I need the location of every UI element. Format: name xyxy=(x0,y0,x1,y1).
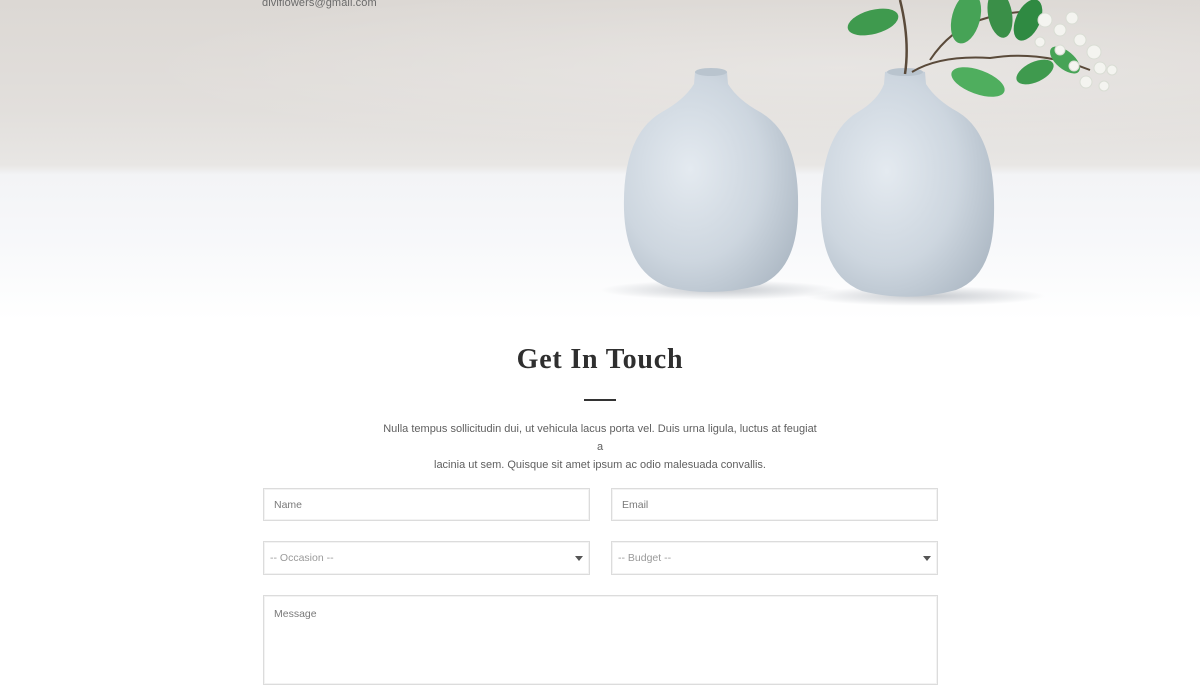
title-divider xyxy=(584,399,616,401)
email-field[interactable]: Email xyxy=(611,488,938,521)
occasion-selected-value: -- Occasion -- xyxy=(270,552,334,564)
chevron-down-icon[interactable] xyxy=(575,556,583,561)
vase-left xyxy=(623,69,799,293)
page-title: Get In Touch xyxy=(516,344,684,375)
intro-text: Nulla tempus sollicitudin dui, ut vehicu… xyxy=(380,420,820,474)
name-placeholder: Name xyxy=(274,498,303,511)
name-field[interactable]: Name xyxy=(263,488,590,521)
vases-image xyxy=(600,0,1118,306)
intro-line-1: Nulla tempus sollicitudin dui, ut vehicu… xyxy=(383,423,817,453)
intro-line-2: lacinia ut sem. Quisque sit amet ipsum a… xyxy=(434,459,766,471)
header-email-link[interactable]: diviflowers@gmail.com xyxy=(262,0,377,9)
vase-right xyxy=(820,69,995,297)
email-placeholder: Email xyxy=(622,498,649,511)
hero-banner xyxy=(0,0,1200,320)
budget-selected-value: -- Budget -- xyxy=(618,552,672,564)
budget-select[interactable]: -- Budget -- xyxy=(611,541,938,575)
occasion-select[interactable]: -- Occasion -- xyxy=(263,541,590,575)
vase-left-opening xyxy=(695,68,727,76)
message-placeholder: Message xyxy=(274,608,317,620)
chevron-down-icon[interactable] xyxy=(923,556,931,561)
message-textarea[interactable]: Message xyxy=(263,595,938,685)
